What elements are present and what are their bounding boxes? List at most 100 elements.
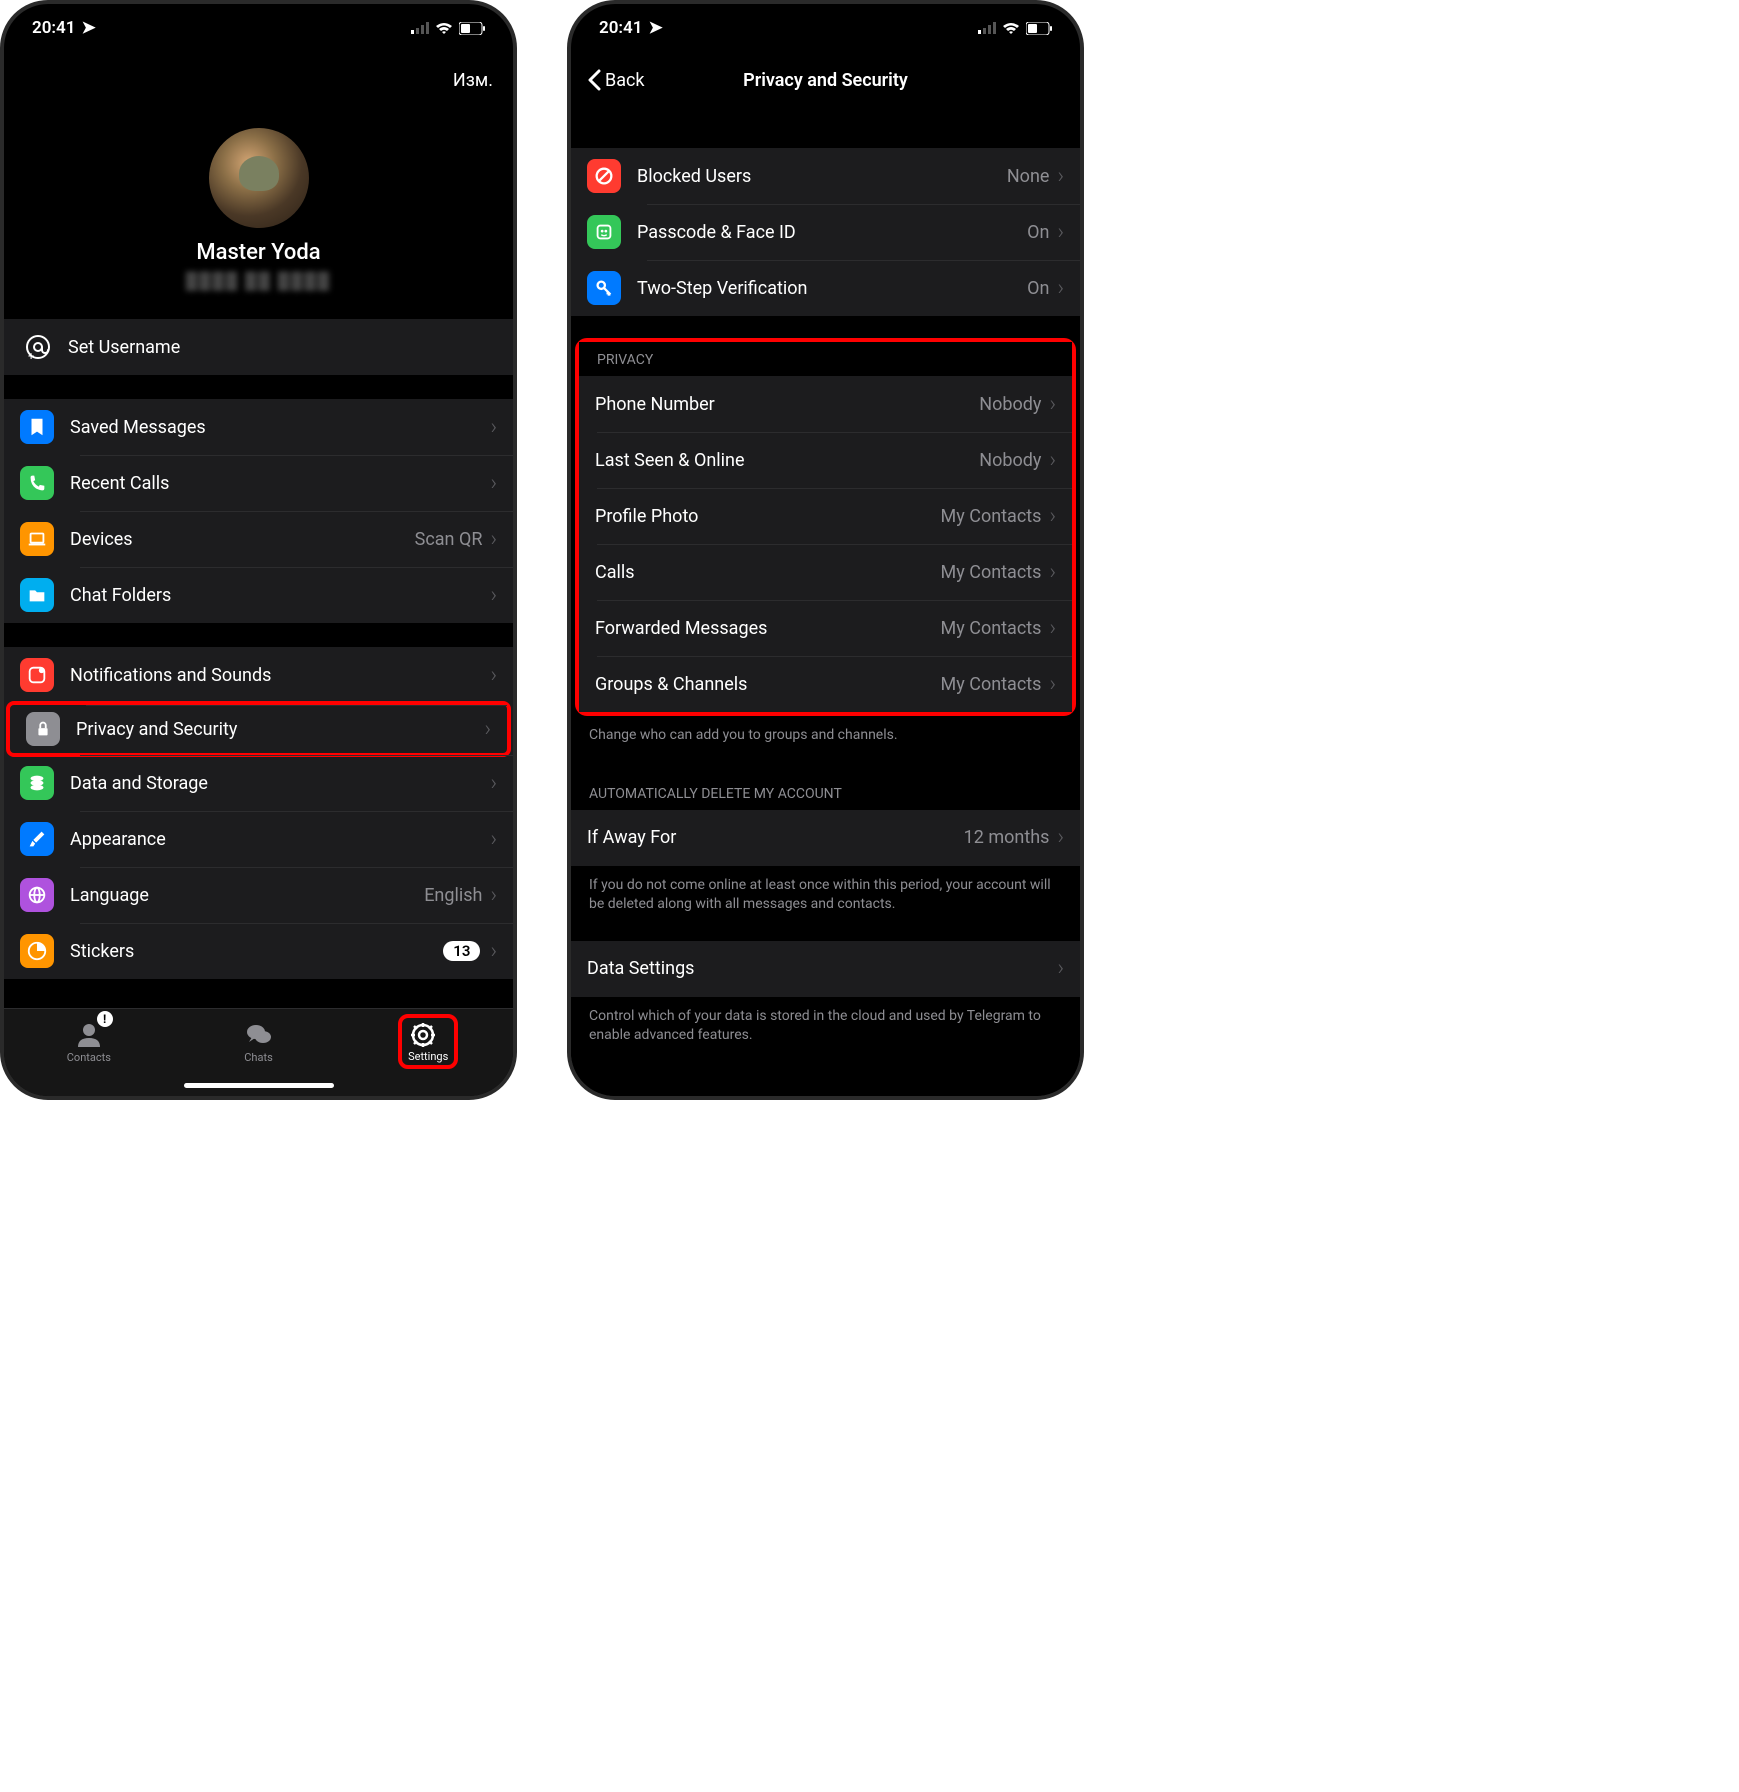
privacy-and-security-row[interactable]: Privacy and Security› (6, 701, 511, 757)
row-badge: 13 (443, 941, 480, 961)
data-and-storage-row[interactable]: Data and Storage› (4, 755, 513, 811)
if-away-for-row[interactable]: If Away For 12 months › (571, 810, 1080, 866)
row-label: Chat Folders (70, 585, 490, 606)
data-settings-row[interactable]: Data Settings › (571, 941, 1080, 997)
row-value: Nobody (979, 394, 1041, 415)
chevron-right-icon: › (490, 471, 497, 496)
row-value: My Contacts (941, 674, 1042, 695)
edit-button[interactable]: Изм. (453, 70, 493, 91)
chevron-right-icon: › (490, 663, 497, 688)
chevron-left-icon (587, 69, 601, 91)
status-icons (411, 22, 485, 35)
location-icon: ➤ (81, 18, 95, 38)
set-username-row[interactable]: + Set Username (4, 319, 513, 375)
status-time: 20:41 (32, 18, 75, 38)
row-label: Forwarded Messages (595, 618, 941, 639)
chevron-right-icon: › (490, 583, 497, 608)
notifications-and-sounds-row[interactable]: Notifications and Sounds› (4, 647, 513, 703)
back-label: Back (605, 70, 645, 91)
profile-photo-row[interactable]: Profile PhotoMy Contacts› (579, 488, 1072, 544)
row-label: Last Seen & Online (595, 450, 979, 471)
row-label: Groups & Channels (595, 674, 941, 695)
appearance-row[interactable]: Appearance› (4, 811, 513, 867)
folder-icon (20, 578, 54, 612)
lock-icon (26, 712, 60, 746)
back-button[interactable]: Back (587, 69, 645, 91)
laptop-icon (20, 522, 54, 556)
brush-icon (20, 822, 54, 856)
tab-contacts[interactable]: ! Contacts (4, 1009, 174, 1074)
block-icon (587, 159, 621, 193)
nav-header: Изм. (4, 52, 513, 108)
privacy-footer: Change who can add you to groups and cha… (571, 716, 1080, 756)
chevron-right-icon: › (484, 717, 491, 742)
row-value: None (1007, 166, 1050, 187)
saved-messages-row[interactable]: Saved Messages› (4, 399, 513, 455)
bell-icon (20, 658, 54, 692)
settings-screen: 20:41 ➤ Изм. Master Yoda ████ ██ ████ + S… (0, 0, 517, 1100)
contacts-badge: ! (97, 1011, 113, 1027)
svg-text:+: + (28, 350, 34, 361)
profile-phone-blurred: ████ ██ ████ (4, 271, 513, 291)
row-label: Two-Step Verification (637, 278, 1027, 299)
tab-chats[interactable]: Chats (174, 1009, 344, 1074)
phone-number-row[interactable]: Phone NumberNobody › (579, 376, 1072, 432)
if-away-value: 12 months (964, 827, 1050, 848)
chat-folders-row[interactable]: Chat Folders› (4, 567, 513, 623)
row-label: Appearance (70, 829, 490, 850)
status-bar: 20:41 ➤ (571, 4, 1080, 52)
chevron-right-icon: › (1057, 164, 1064, 189)
chevron-right-icon: › (1049, 504, 1056, 529)
last-seen-online-row[interactable]: Last Seen & OnlineNobody › (579, 432, 1072, 488)
avatar[interactable] (209, 128, 309, 228)
blocked-users-row[interactable]: Blocked UsersNone › (571, 148, 1080, 204)
chevron-right-icon: › (490, 827, 497, 852)
language-row[interactable]: LanguageEnglish› (4, 867, 513, 923)
nav-header: Back Privacy and Security (571, 52, 1080, 108)
forwarded-messages-row[interactable]: Forwarded MessagesMy Contacts› (579, 600, 1072, 656)
row-value: On (1027, 222, 1049, 243)
row-label: Devices (70, 529, 415, 550)
chevron-right-icon: › (490, 771, 497, 796)
chevron-right-icon: › (1057, 825, 1064, 850)
row-value: My Contacts (941, 506, 1042, 527)
chevron-right-icon: › (490, 939, 497, 964)
row-value: My Contacts (941, 562, 1042, 583)
tab-contacts-label: Contacts (67, 1051, 111, 1064)
phone-icon (20, 466, 54, 500)
chevron-right-icon: › (1049, 616, 1056, 641)
chevron-right-icon: › (1049, 560, 1056, 585)
status-bar: 20:41 ➤ (4, 4, 513, 52)
row-value: On (1027, 278, 1049, 299)
chevron-right-icon: › (1049, 448, 1056, 473)
if-away-label: If Away For (587, 827, 964, 848)
tab-settings[interactable]: Settings (343, 1009, 513, 1074)
status-time: 20:41 (599, 18, 642, 38)
chevron-right-icon: › (490, 883, 497, 908)
calls-row[interactable]: CallsMy Contacts › (579, 544, 1072, 600)
home-indicator[interactable] (184, 1083, 334, 1088)
key-icon (587, 271, 621, 305)
profile-name: Master Yoda (4, 240, 513, 265)
location-icon: ➤ (648, 18, 662, 38)
auto-delete-footer: If you do not come online at least once … (571, 866, 1080, 925)
two-step-verification-row[interactable]: Two-Step VerificationOn › (571, 260, 1080, 316)
row-value: Scan QR (415, 529, 483, 550)
stickers-row[interactable]: Stickers13› (4, 923, 513, 979)
row-label: Calls (595, 562, 941, 583)
chevron-right-icon: › (1049, 672, 1056, 697)
row-label: Passcode & Face ID (637, 222, 1027, 243)
recent-calls-row[interactable]: Recent Calls› (4, 455, 513, 511)
row-label: Blocked Users (637, 166, 1007, 187)
chevron-right-icon: › (1057, 220, 1064, 245)
row-label: Phone Number (595, 394, 979, 415)
chevron-right-icon: › (1049, 392, 1056, 417)
chevron-right-icon: › (1057, 276, 1064, 301)
face-icon (587, 215, 621, 249)
profile-header[interactable]: Master Yoda ████ ██ ████ (4, 108, 513, 307)
row-value: Nobody (979, 450, 1041, 471)
devices-row[interactable]: DevicesScan QR› (4, 511, 513, 567)
passcode-face-id-row[interactable]: Passcode & Face IDOn › (571, 204, 1080, 260)
sticker-icon (20, 934, 54, 968)
groups-channels-row[interactable]: Groups & ChannelsMy Contacts › (579, 656, 1072, 712)
